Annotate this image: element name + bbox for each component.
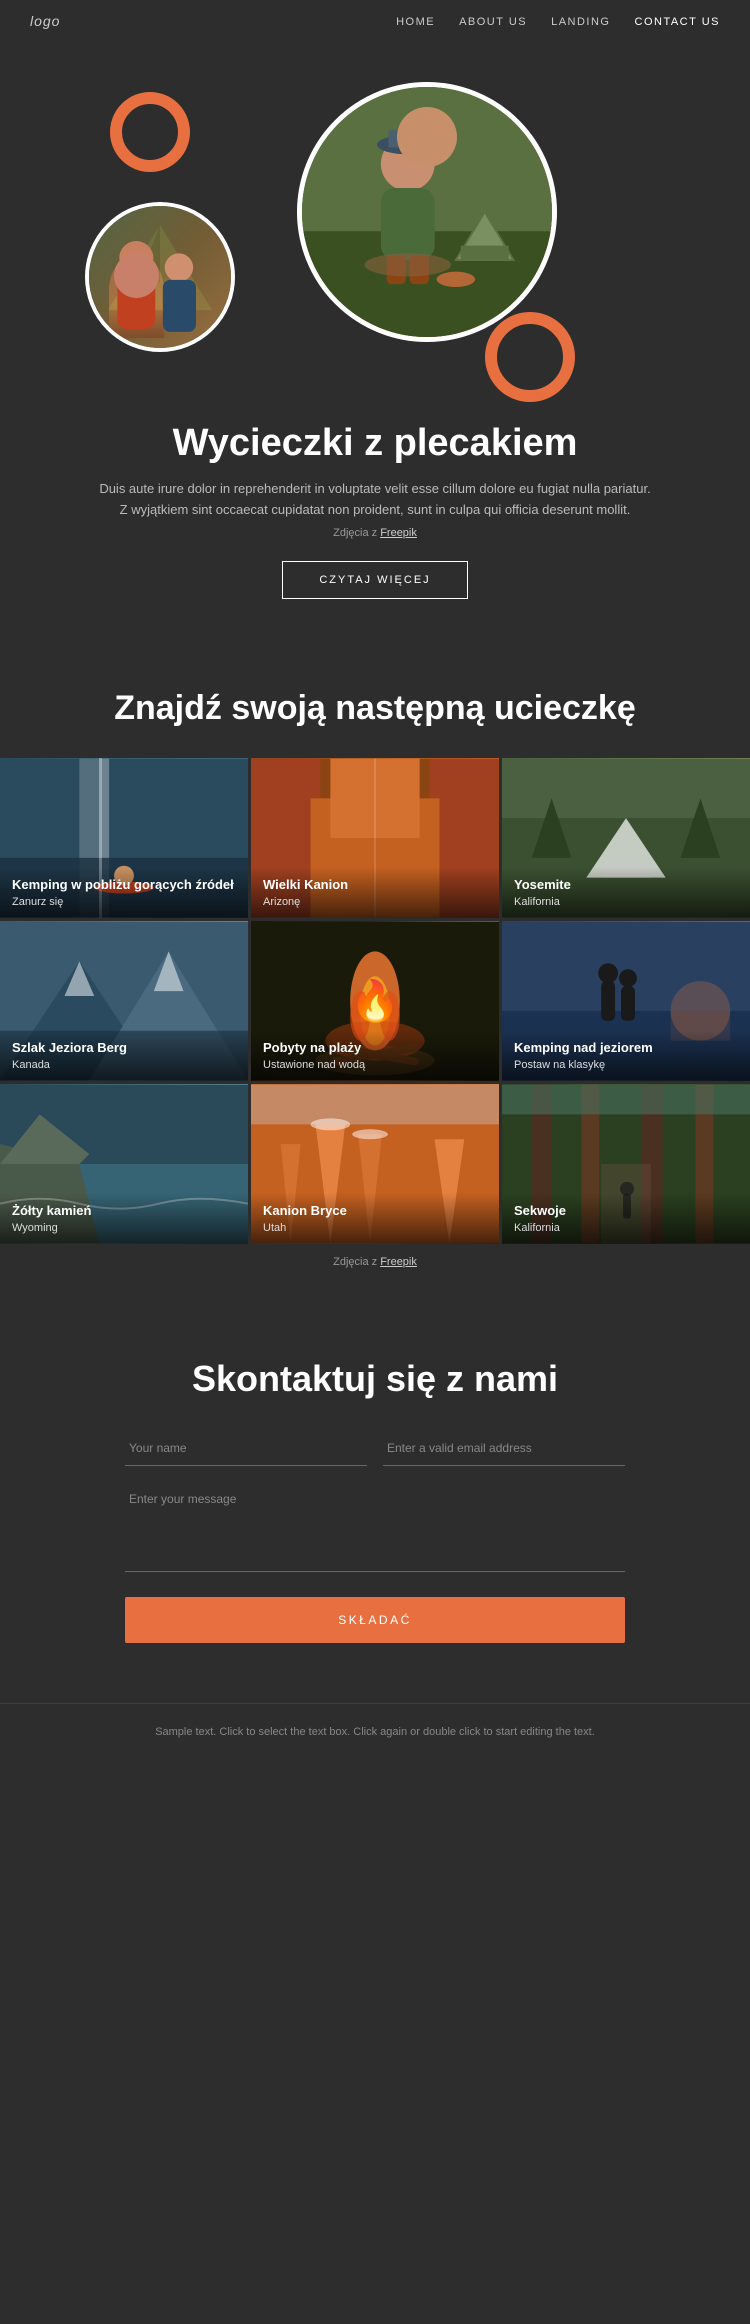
hero-images — [30, 62, 720, 402]
gallery-item-subtitle: Kalifornia — [514, 896, 738, 908]
hero-circle-main — [297, 82, 557, 342]
gallery-item-overlay: Pobyty na plaży Ustawione nad wodą — [251, 1030, 499, 1081]
footer-text: Sample text. Click to select the text bo… — [30, 1724, 720, 1742]
contact-form: SKŁADAĆ — [125, 1430, 625, 1643]
gallery-item[interactable]: Sekwoje Kalifornia — [502, 1084, 750, 1244]
read-more-button[interactable]: CZYTAJ WIĘCEJ — [282, 561, 467, 599]
gallery-item-title: Wielki Kanion — [263, 877, 487, 894]
nav-link-about[interactable]: ABOUT US — [459, 16, 527, 28]
gallery-item[interactable]: Kanion Bryce Utah — [251, 1084, 499, 1244]
gallery-photo-credit: Zdjęcia z Freepik — [0, 1256, 750, 1268]
nav-link-home[interactable]: HOME — [396, 16, 435, 28]
gallery-item-subtitle: Arizonę — [263, 896, 487, 908]
hero-circle-small — [85, 202, 235, 352]
hero-section: Wycieczki z plecakiem Duis aute irure do… — [0, 42, 750, 639]
navigation: logo HOME ABOUT US LANDING CONTACT US — [0, 0, 750, 42]
message-textarea[interactable] — [125, 1482, 625, 1572]
gallery-item[interactable]: Szlak Jeziora Berg Kanada — [0, 921, 248, 1081]
footer: Sample text. Click to select the text bo… — [0, 1703, 750, 1772]
gallery-item-title: Sekwoje — [514, 1203, 738, 1220]
email-input[interactable] — [383, 1430, 625, 1466]
gallery-item-subtitle: Zanurz się — [12, 896, 236, 908]
gallery-title: Znajdź swoją następną ucieczkę — [0, 689, 750, 728]
gallery-item-overlay: Żółty kamień Wyoming — [0, 1193, 248, 1244]
gallery-item-title: Kemping nad jeziorem — [514, 1040, 738, 1057]
gallery-freepik-link[interactable]: Freepik — [380, 1256, 417, 1268]
gallery-item-overlay: Szlak Jeziora Berg Kanada — [0, 1030, 248, 1081]
name-input[interactable] — [125, 1430, 367, 1466]
gallery-item-subtitle: Utah — [263, 1222, 487, 1234]
nav-item-home[interactable]: HOME — [396, 12, 435, 30]
gallery-item[interactable]: Żółty kamień Wyoming — [0, 1084, 248, 1244]
nav-link-contact[interactable]: CONTACT US — [635, 16, 721, 28]
hero-photo-credit: Zdjęcia z Freepik — [333, 527, 417, 539]
nav-link-landing[interactable]: LANDING — [551, 16, 610, 28]
nav-item-contact[interactable]: CONTACT US — [635, 12, 721, 30]
gallery-item-subtitle: Ustawione nad wodą — [263, 1059, 487, 1071]
logo[interactable]: logo — [30, 13, 60, 29]
gallery-item-subtitle: Wyoming — [12, 1222, 236, 1234]
submit-button[interactable]: SKŁADAĆ — [125, 1597, 625, 1643]
gallery-item-title: Szlak Jeziora Berg — [12, 1040, 236, 1057]
hero-description: Duis aute irure dolor in reprehenderit i… — [95, 479, 655, 521]
form-row-name-email — [125, 1430, 625, 1466]
gallery-item-title: Yosemite — [514, 877, 738, 894]
hero-freepik-link[interactable]: Freepik — [380, 527, 417, 539]
gallery-item-subtitle: Kanada — [12, 1059, 236, 1071]
hero-circle-main-image — [302, 87, 552, 337]
gallery-item-overlay: Kanion Bryce Utah — [251, 1193, 499, 1244]
gallery-item-subtitle: Kalifornia — [514, 1222, 738, 1234]
contact-title: Skontaktuj się z nami — [80, 1358, 670, 1400]
nav-item-landing[interactable]: LANDING — [551, 12, 610, 30]
gallery-item-title: Kemping w pobliżu gorących źródeł — [12, 877, 236, 894]
gallery-item[interactable]: Kemping w pobliżu gorących źródeł Zanurz … — [0, 758, 248, 918]
gallery-item[interactable]: Pobyty na plaży Ustawione nad wodą — [251, 921, 499, 1081]
gallery-item-title: Pobyty na plaży — [263, 1040, 487, 1057]
gallery-item-title: Żółty kamień — [12, 1203, 236, 1220]
hero-circle-small-image — [89, 206, 231, 348]
contact-section: Skontaktuj się z nami SKŁADAĆ — [0, 1308, 750, 1703]
gallery-item-overlay: Kemping nad jeziorem Postaw na klasykę — [502, 1030, 750, 1081]
nav-item-about[interactable]: ABOUT US — [459, 12, 527, 30]
gallery-item-overlay: Kemping w pobliżu gorących źródeł Zanurz … — [0, 867, 248, 918]
decorative-ring-bottom-right — [485, 312, 575, 402]
gallery-item-overlay: Yosemite Kalifornia — [502, 867, 750, 918]
gallery-item-subtitle: Postaw na klasykę — [514, 1059, 738, 1071]
gallery-item-overlay: Wielki Kanion Arizonę — [251, 867, 499, 918]
gallery-grid: Kemping w pobliżu gorących źródeł Zanurz … — [0, 758, 750, 1244]
nav-links: HOME ABOUT US LANDING CONTACT US — [396, 12, 720, 30]
gallery-item[interactable]: Kemping nad jeziorem Postaw na klasykę — [502, 921, 750, 1081]
gallery-item[interactable]: Yosemite Kalifornia — [502, 758, 750, 918]
gallery-item-title: Kanion Bryce — [263, 1203, 487, 1220]
decorative-ring-top-left — [110, 92, 190, 172]
gallery-item-overlay: Sekwoje Kalifornia — [502, 1193, 750, 1244]
gallery-section: Znajdź swoją następną ucieczkę Kemping w… — [0, 639, 750, 1308]
hero-title: Wycieczki z plecakiem — [173, 422, 578, 465]
gallery-item[interactable]: Wielki Kanion Arizonę — [251, 758, 499, 918]
